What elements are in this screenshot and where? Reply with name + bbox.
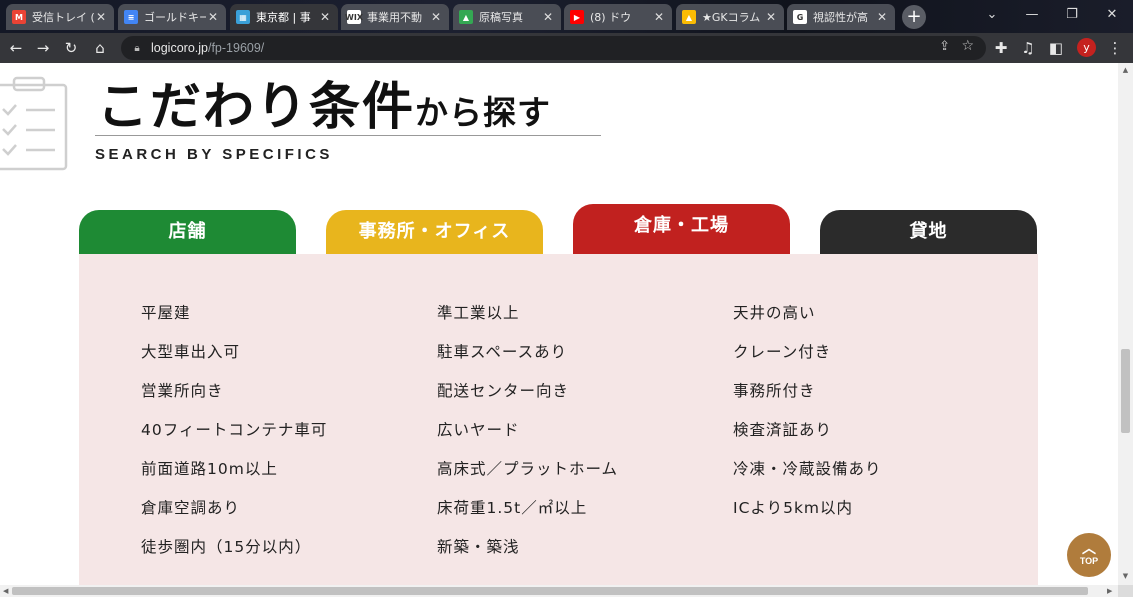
- scroll-down-arrow-icon[interactable]: ▼: [1118, 572, 1133, 580]
- drive-icon: ▲: [459, 10, 473, 24]
- minimize-button[interactable]: —: [1012, 4, 1052, 26]
- home-icon[interactable]: ⌂: [91, 39, 109, 57]
- browser-tab[interactable]: ▲ ★GKコラム ✕: [676, 4, 784, 30]
- logicoro-icon: ▦: [236, 10, 250, 24]
- close-tab-icon[interactable]: ✕: [206, 10, 220, 24]
- side-panel-icon[interactable]: ◧: [1047, 39, 1065, 57]
- page-content: こだわり条件から探す SEARCH BY SPECIFICS 店舗 事務所・オフィ…: [0, 63, 1118, 585]
- scroll-right-arrow-icon[interactable]: ▶: [1107, 585, 1112, 597]
- browser-tab-strip: M受信トレイ (4✕≡ゴールドキーニ✕▦東京都 | 事✕WIX事業用不動✕▲原稿…: [0, 0, 1133, 33]
- bookmark-star-icon[interactable]: ☆: [961, 38, 974, 54]
- checklist-clipboard-icon: [0, 76, 68, 171]
- menu-kebab-icon[interactable]: ⋮: [1106, 39, 1124, 57]
- vertical-scrollbar[interactable]: ▲ ▼: [1118, 63, 1133, 585]
- browser-tab-title: 受信トレイ (4: [32, 11, 94, 24]
- close-tab-icon[interactable]: ✕: [764, 10, 778, 24]
- close-tab-icon[interactable]: ✕: [541, 10, 555, 24]
- forward-icon[interactable]: →: [34, 39, 52, 57]
- reload-icon[interactable]: ↻: [62, 39, 80, 57]
- feature-link[interactable]: 床荷重1.5t／㎡以上: [437, 498, 618, 537]
- browser-tab[interactable]: ≡ ゴールドキーニ✕: [118, 4, 226, 30]
- url-text: logicoro.jp/fp-19609/: [151, 41, 265, 55]
- wix-icon: WIX: [345, 10, 363, 24]
- feature-column: 平屋建 大型車出入可 営業所向き 40フィートコンテナ車可 前面道路10m以上 倉庫空調あ…: [141, 303, 327, 576]
- browser-tab-title: 東京都 | 事: [256, 11, 311, 24]
- features-panel: 平屋建 大型車出入可 営業所向き 40フィートコンテナ車可 前面道路10m以上 倉庫空調あ…: [79, 254, 1038, 585]
- category-tab[interactable]: 事務所・オフィス: [326, 210, 543, 256]
- feature-link[interactable]: 準工業以上: [437, 303, 618, 342]
- back-icon[interactable]: ←: [7, 39, 25, 57]
- browser-tab[interactable]: ▶ (8) ドウ ✕: [564, 4, 672, 30]
- browser-tab-title: 原稿写真: [479, 11, 523, 24]
- feature-link[interactable]: 前面道路10m以上: [141, 459, 327, 498]
- browser-tab[interactable]: WIX 事業用不動 ✕: [341, 4, 449, 30]
- media-controls-icon[interactable]: ♫: [1019, 39, 1037, 57]
- new-tab-button[interactable]: +: [902, 5, 926, 29]
- youtube-icon: ▶: [570, 10, 584, 24]
- feature-link[interactable]: 配送センター向き: [437, 381, 618, 420]
- close-tab-icon[interactable]: ✕: [94, 10, 108, 24]
- feature-link[interactable]: 広いヤード: [437, 420, 618, 459]
- section-title: こだわり条件から探す: [97, 78, 552, 137]
- close-tab-icon[interactable]: ✕: [652, 10, 666, 24]
- tab-search-icon[interactable]: ⌄: [972, 4, 1012, 26]
- address-bar[interactable]: 🔒︎ logicoro.jp/fp-19609/ ⇪ ☆: [121, 36, 986, 60]
- feature-link[interactable]: 40フィートコンテナ車可: [141, 420, 327, 459]
- browser-tab-title: (8) ドウ: [590, 11, 632, 24]
- close-tab-icon[interactable]: ✕: [318, 10, 332, 24]
- horizontal-scrollbar[interactable]: ◀ ▶: [0, 585, 1118, 597]
- browser-toolbar: ← → ↻ ⌂ 🔒︎ logicoro.jp/fp-19609/ ⇪ ☆ ✚ ♫…: [0, 33, 1133, 63]
- close-window-button[interactable]: ✕: [1092, 4, 1132, 26]
- extensions-icon[interactable]: ✚: [992, 39, 1010, 57]
- feature-link[interactable]: 大型車出入可: [141, 342, 327, 381]
- browser-tab-title: ★GKコラム: [702, 11, 761, 24]
- profile-avatar[interactable]: y: [1077, 38, 1096, 57]
- close-tab-icon[interactable]: ✕: [429, 10, 443, 24]
- category-tab[interactable]: 倉庫・工場: [573, 204, 790, 256]
- horizontal-scroll-thumb[interactable]: [12, 587, 1088, 595]
- feature-link[interactable]: 平屋建: [141, 303, 327, 342]
- feature-column: 準工業以上 駐車スペースあり 配送センター向き 広いヤード 高床式／プラットホーム 床荷重…: [437, 303, 618, 576]
- share-icon[interactable]: ⇪: [939, 39, 950, 54]
- feature-link[interactable]: 天井の高い: [733, 303, 882, 342]
- feature-link[interactable]: 事務所付き: [733, 381, 882, 420]
- scroll-left-arrow-icon[interactable]: ◀: [3, 585, 8, 597]
- feature-link[interactable]: 高床式／プラットホーム: [437, 459, 618, 498]
- browser-tab[interactable]: M 受信トレイ (4✕: [6, 4, 114, 30]
- chevron-up-icon: ︿: [1082, 541, 1096, 557]
- feature-link[interactable]: 新築・築浅: [437, 537, 618, 576]
- vertical-scroll-thumb[interactable]: [1121, 349, 1130, 433]
- feature-link[interactable]: 倉庫空調あり: [141, 498, 327, 537]
- category-tab[interactable]: 貸地: [820, 210, 1037, 256]
- docs-icon: ≡: [124, 10, 138, 24]
- browser-tab-title: 視認性が高: [813, 11, 868, 24]
- back-to-top-button[interactable]: ︿ TOP: [1067, 533, 1111, 577]
- feature-link[interactable]: 営業所向き: [141, 381, 327, 420]
- feature-link[interactable]: ICより5km以内: [733, 498, 882, 537]
- browser-tab-title: 事業用不動: [367, 11, 422, 24]
- scroll-up-arrow-icon[interactable]: ▲: [1118, 66, 1133, 74]
- browser-tab-title: ゴールドキーニ: [144, 11, 206, 24]
- category-tab[interactable]: 店舗: [79, 210, 296, 256]
- lock-icon[interactable]: 🔒︎: [131, 43, 143, 54]
- section-subtitle: SEARCH BY SPECIFICS: [95, 146, 333, 163]
- feature-link[interactable]: 検査済証あり: [733, 420, 882, 459]
- feature-link[interactable]: 駐車スペースあり: [437, 342, 618, 381]
- browser-tab[interactable]: ▲ 原稿写真 ✕: [453, 4, 561, 30]
- title-divider: [95, 135, 601, 136]
- feature-link[interactable]: 徒歩圏内（15分以内）: [141, 537, 327, 576]
- feature-link[interactable]: 冷凍・冷蔵設備あり: [733, 459, 882, 498]
- feature-column: 天井の高い クレーン付き 事務所付き 検査済証あり 冷凍・冷蔵設備あり ICより5km以内: [733, 303, 882, 537]
- feature-link[interactable]: クレーン付き: [733, 342, 882, 381]
- google-icon: G: [793, 10, 807, 24]
- browser-tab[interactable]: ▦ 東京都 | 事 ✕: [230, 4, 338, 30]
- close-tab-icon[interactable]: ✕: [875, 10, 889, 24]
- maximize-button[interactable]: ❐: [1052, 4, 1092, 26]
- gmail-icon: M: [12, 10, 26, 24]
- scrollbar-corner: [1118, 585, 1133, 597]
- browser-tab[interactable]: G 視認性が高 ✕: [787, 4, 895, 30]
- drive-icon: ▲: [682, 10, 696, 24]
